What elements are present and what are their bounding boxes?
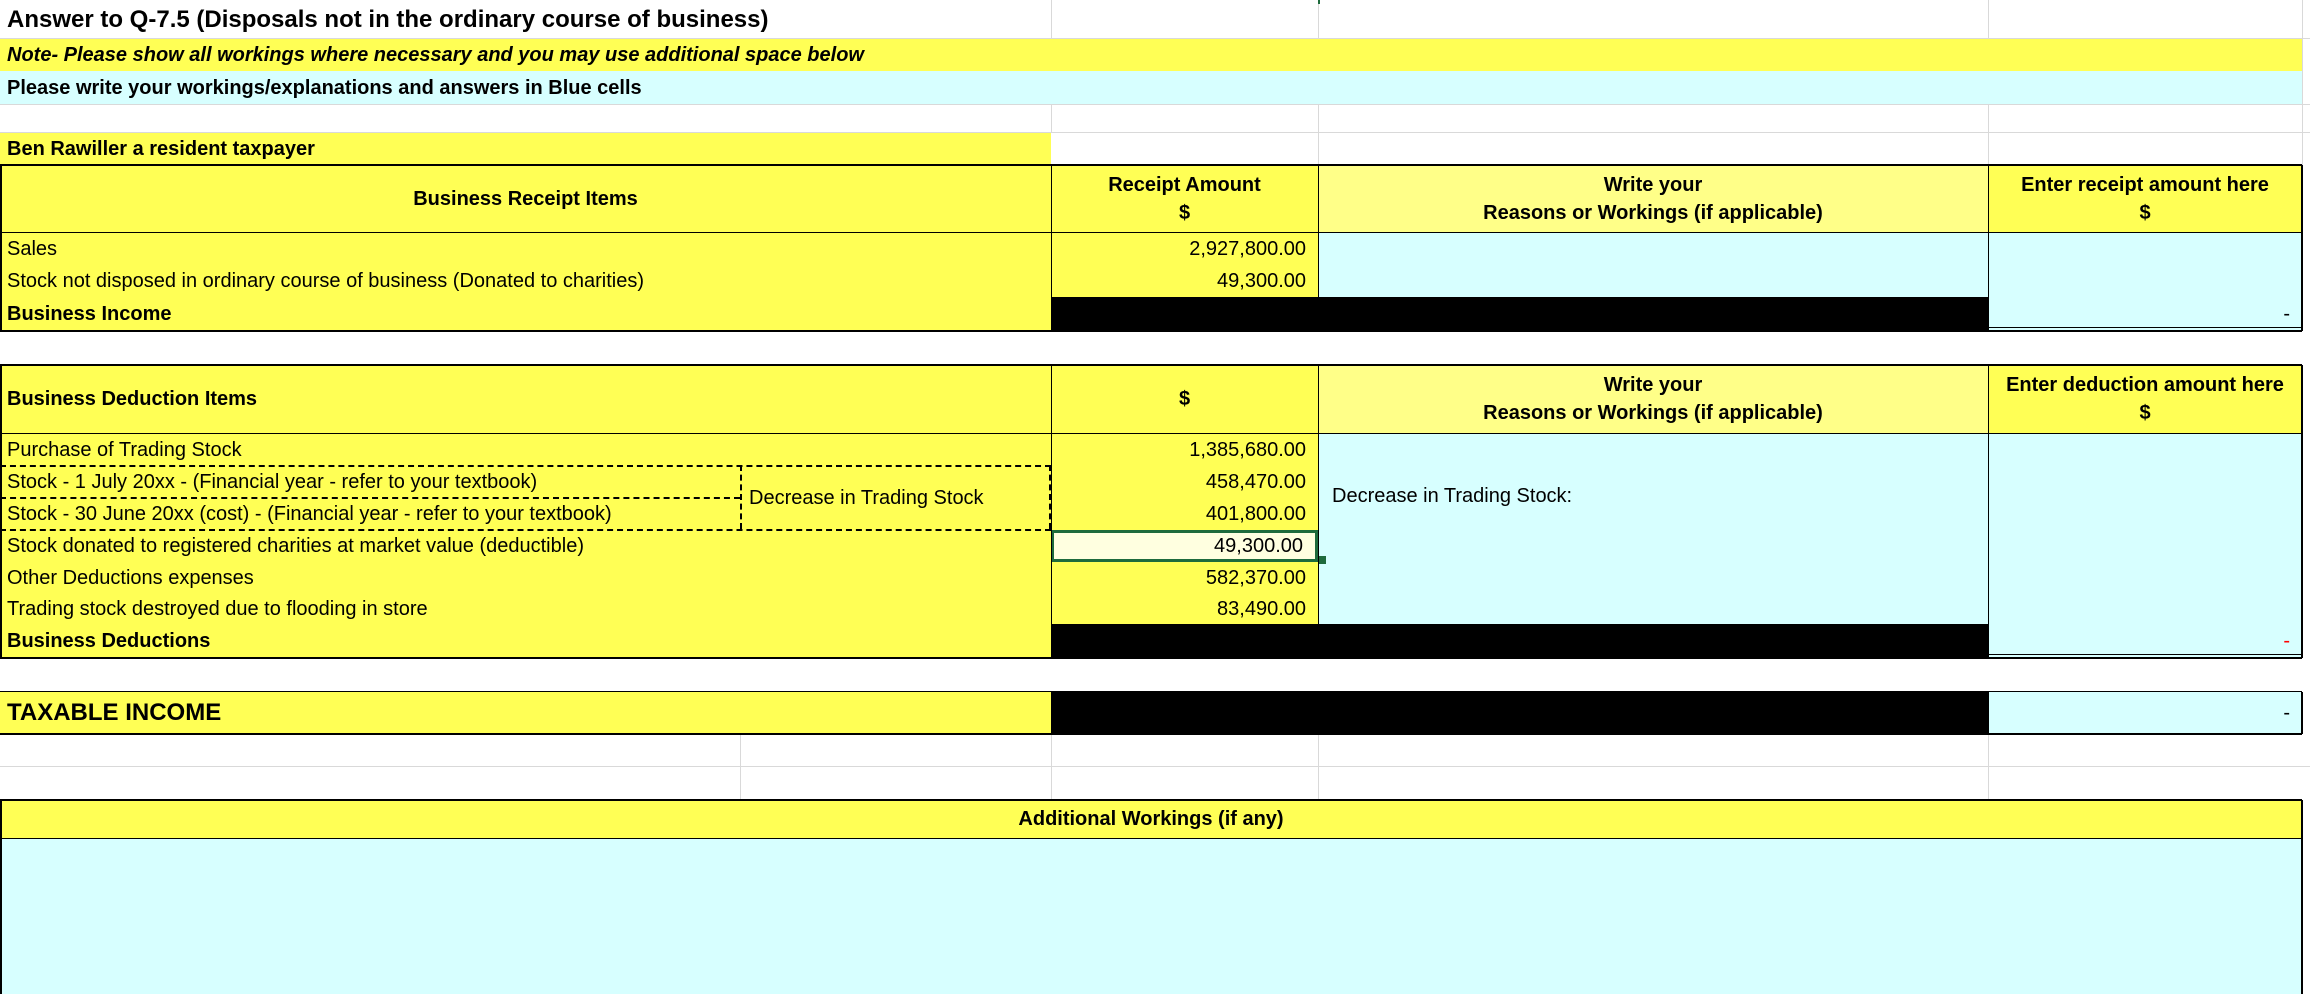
border xyxy=(0,838,2302,839)
gridline xyxy=(740,733,741,799)
deduction-row-label: Stock - 1 July 20xx - (Financial year - … xyxy=(0,466,740,498)
deduction-row-amount[interactable]: 401,800.00 xyxy=(1051,498,1318,530)
border xyxy=(0,433,2302,434)
border xyxy=(1988,165,1989,331)
receipt-reasons-cell[interactable] xyxy=(1318,233,1988,297)
dashed-guide xyxy=(0,497,740,499)
border xyxy=(2301,800,2303,994)
business-deductions-blackout xyxy=(1051,624,1988,657)
deduction-amount-header: $ xyxy=(1051,365,1318,433)
receipt-reasons-header-line2: Reasons or Workings (if applicable) xyxy=(1483,201,1823,224)
border xyxy=(1988,327,2302,328)
business-deductions-total[interactable]: - xyxy=(1988,624,2302,657)
border xyxy=(0,364,2302,366)
border xyxy=(0,330,2302,332)
deduction-row-label: Purchase of Trading Stock xyxy=(0,434,1051,466)
border xyxy=(0,657,2302,659)
selection-handle[interactable] xyxy=(1318,556,1326,564)
receipt-row-amount[interactable]: 49,300.00 xyxy=(1051,265,1318,297)
border xyxy=(0,232,2302,233)
active-column-marker xyxy=(1318,0,1320,4)
business-income-blackout xyxy=(1051,297,1988,330)
receipt-row-label: Stock not disposed in ordinary course of… xyxy=(0,265,1051,297)
deduction-row-label: Other Deductions expenses xyxy=(0,562,1051,594)
taxpayer-name: Ben Rawiller a resident taxpayer xyxy=(0,133,1051,165)
taxable-income-label: TAXABLE INCOME xyxy=(0,692,1051,733)
border xyxy=(0,799,2302,801)
border xyxy=(1988,365,1989,658)
border xyxy=(2301,165,2303,331)
border xyxy=(2301,365,2303,658)
deduction-reasons-header-line1: Write your xyxy=(1603,374,1703,396)
deduction-items-header: Business Deduction Items xyxy=(0,365,1051,433)
dashed-guide xyxy=(0,529,1051,531)
deduction-enter-cell[interactable] xyxy=(1988,434,2302,624)
border xyxy=(1318,165,1319,331)
gridline xyxy=(1988,733,1989,799)
deduction-reasons-cell[interactable]: Decrease in Trading Stock: xyxy=(1318,434,1988,624)
receipt-row-label: Sales xyxy=(0,233,1051,265)
border xyxy=(0,165,2,331)
border xyxy=(0,733,2302,735)
border xyxy=(1318,365,1319,658)
border xyxy=(2301,692,2303,734)
border xyxy=(0,691,2302,692)
deduction-enter-header-line2: $ xyxy=(2139,402,2151,424)
border xyxy=(0,164,2302,166)
receipt-enter-header-line2: $ xyxy=(2139,201,2151,224)
note-banner: Note- Please show all workings where nec… xyxy=(0,39,2302,71)
border xyxy=(1988,692,1989,734)
receipt-enter-header: Enter receipt amount here $ xyxy=(1988,165,2302,232)
dashed-guide xyxy=(0,465,1051,467)
gridline xyxy=(0,766,2310,767)
spreadsheet: Answer to Q-7.5 (Disposals not in the or… xyxy=(0,0,2310,994)
deduction-row-amount[interactable]: 1,385,680.00 xyxy=(1051,434,1318,466)
gridline xyxy=(1318,733,1319,799)
border xyxy=(1051,365,1052,658)
deduction-row-amount[interactable]: 83,490.00 xyxy=(1051,594,1318,624)
receipt-reasons-header: Write your Reasons or Workings (if appli… xyxy=(1318,165,1988,232)
deduction-enter-header: Enter deduction amount here $ xyxy=(1988,365,2302,433)
business-income-total[interactable]: - xyxy=(1988,297,2302,330)
border xyxy=(0,800,2,994)
receipt-amount-header: Receipt Amount $ xyxy=(1051,165,1318,232)
receipt-reasons-header-line1: Write your xyxy=(1603,173,1703,196)
gridline xyxy=(1051,733,1052,799)
deduction-reasons-header: Write your Reasons or Workings (if appli… xyxy=(1318,365,1988,433)
deduction-row-amount[interactable]: 458,470.00 xyxy=(1051,466,1318,498)
additional-workings-header: Additional Workings (if any) xyxy=(0,800,2302,838)
deduction-row-amount-selected[interactable]: 49,300.00 xyxy=(1051,530,1318,562)
deduction-row-label: Trading stock destroyed due to flooding … xyxy=(0,594,1051,624)
receipt-enter-header-line1: Enter receipt amount here xyxy=(2021,173,2269,196)
instruction-banner: Please write your workings/explanations … xyxy=(0,71,2302,104)
taxable-income-blackout xyxy=(1051,692,1988,733)
border xyxy=(0,365,2,658)
taxable-income-total[interactable]: - xyxy=(1988,692,2302,733)
border xyxy=(1988,654,2302,655)
receipt-amount-header-line1: Receipt Amount xyxy=(1108,173,1261,196)
gridline xyxy=(0,104,2310,105)
border xyxy=(1051,165,1052,331)
page-title: Answer to Q-7.5 (Disposals not in the or… xyxy=(0,2,1051,38)
deduction-row-label: Stock donated to registered charities at… xyxy=(0,530,1051,562)
decrease-label: Decrease in Trading Stock xyxy=(742,482,1042,514)
deduction-enter-header-line1: Enter deduction amount here xyxy=(2006,374,2284,396)
receipt-amount-header-line2: $ xyxy=(1178,201,1191,224)
deduction-reasons-header-line2: Reasons or Workings (if applicable) xyxy=(1483,402,1823,424)
receipt-enter-cell[interactable] xyxy=(1988,233,2302,297)
business-deductions-label: Business Deductions xyxy=(0,624,1051,657)
deduction-row-label: Stock - 30 June 20xx (cost) - (Financial… xyxy=(0,498,740,530)
additional-workings-area[interactable] xyxy=(0,838,2302,994)
dashed-guide xyxy=(740,465,742,529)
gridline xyxy=(2302,0,2303,165)
deduction-row-amount[interactable]: 582,370.00 xyxy=(1051,562,1318,594)
business-income-label: Business Income xyxy=(0,297,1051,330)
receipt-items-header: Business Receipt Items xyxy=(0,165,1051,232)
receipt-row-amount[interactable]: 2,927,800.00 xyxy=(1051,233,1318,265)
